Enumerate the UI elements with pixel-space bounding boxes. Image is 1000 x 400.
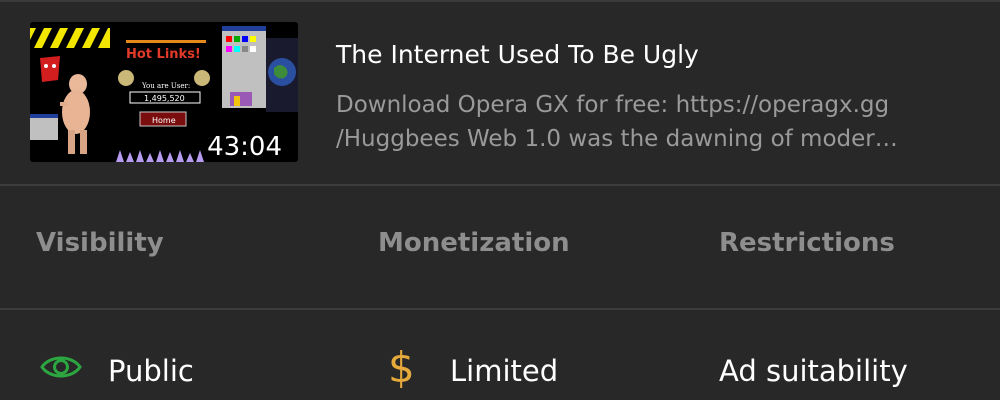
monetization-header: Monetization	[378, 228, 570, 258]
visibility-value[interactable]: Public	[108, 354, 194, 388]
eye-icon	[40, 356, 82, 378]
header-divider	[0, 308, 1000, 310]
video-row[interactable]: Hot Links! You are User: 1,495,520 Home	[0, 0, 1000, 184]
restrictions-header: Restrictions	[719, 228, 895, 258]
video-thumbnail[interactable]: Hot Links! You are User: 1,495,520 Home	[30, 22, 298, 162]
video-duration: 43:04	[207, 132, 282, 162]
video-description-line-2: /Huggbees Web 1.0 was the dawning of mod…	[336, 126, 898, 152]
thumbnail-banner-text: Hot Links!	[126, 47, 201, 62]
dollar-icon: $	[388, 343, 415, 392]
video-description: Download Opera GX for free: https://oper…	[336, 88, 936, 156]
video-title[interactable]: The Internet Used To Be Ugly	[336, 40, 699, 69]
thumbnail-home-text: Home	[152, 116, 176, 125]
thumbnail-counter-label: You are User:	[141, 82, 190, 90]
section-divider	[0, 184, 1000, 186]
thumbnail-counter-value: 1,495,520	[144, 94, 185, 103]
restrictions-value[interactable]: Ad suitability	[719, 354, 908, 388]
video-details-panel: Hot Links! You are User: 1,495,520 Home	[0, 0, 1000, 400]
visibility-header: Visibility	[36, 228, 164, 258]
video-description-line-1: Download Opera GX for free: https://oper…	[336, 92, 890, 118]
monetization-value[interactable]: Limited	[450, 354, 558, 388]
